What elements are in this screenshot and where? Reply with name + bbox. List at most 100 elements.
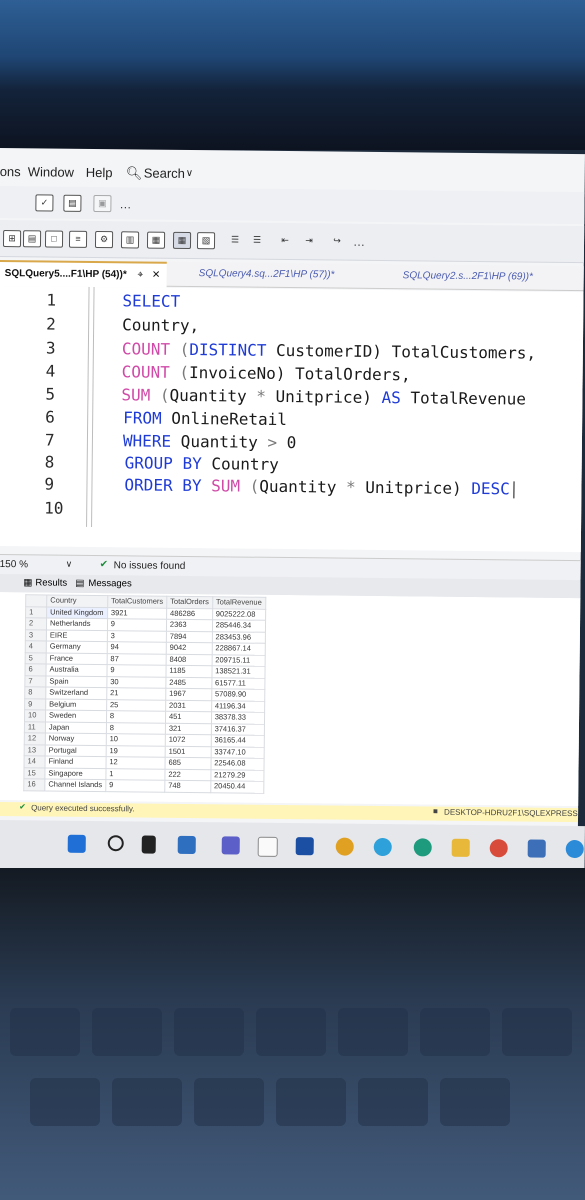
table-cell[interactable]: Portugal	[45, 744, 107, 757]
table-cell[interactable]: 22546.08	[210, 757, 264, 770]
table-cell[interactable]: 38378.33	[211, 711, 265, 724]
decrease-indent-icon[interactable]: ⇤	[277, 233, 293, 248]
increase-indent-icon[interactable]: ⇥	[301, 233, 317, 248]
results-to-grid-icon[interactable]: ▦	[146, 231, 166, 249]
chevron-down-icon[interactable]: ∨	[66, 559, 73, 570]
table-cell[interactable]: France	[46, 652, 108, 665]
table-cell[interactable]: 285446.34	[212, 619, 266, 632]
connect-icon[interactable]: ⊞	[2, 230, 22, 248]
table-cell[interactable]: 37416.37	[211, 723, 265, 736]
search-icon[interactable]	[107, 835, 124, 852]
table-cell[interactable]: 9025222.08	[212, 608, 266, 621]
table-cell[interactable]: Channel Islands	[44, 779, 106, 792]
query-options-icon[interactable]: ▧	[196, 232, 216, 250]
row-number[interactable]: 10	[24, 709, 46, 722]
client-stats-icon[interactable]: ▥	[120, 231, 140, 249]
menu-search[interactable]: Search	[144, 166, 185, 181]
task-view-icon[interactable]	[141, 835, 156, 854]
tab-messages[interactable]: Messages	[88, 578, 131, 589]
tab-sqlquery2[interactable]: SQLQuery2.s...2F1\HP (69))*	[403, 264, 533, 289]
table-cell[interactable]: 30	[106, 676, 166, 689]
row-number[interactable]: 3	[25, 629, 47, 642]
table-cell[interactable]: Japan	[45, 721, 107, 734]
table-cell[interactable]: 21	[106, 687, 166, 700]
store-icon[interactable]	[295, 837, 314, 856]
table-cell[interactable]: 9	[107, 618, 167, 631]
results-grid[interactable]: Country TotalCustomers TotalOrders Total…	[0, 591, 581, 807]
table-cell[interactable]: 7894	[166, 630, 213, 643]
table-cell[interactable]: 2031	[165, 699, 212, 712]
row-number[interactable]: 5	[25, 652, 47, 665]
row-number-header[interactable]	[25, 594, 47, 607]
column-header-country[interactable]: Country	[46, 595, 108, 608]
tab-sqlquery4[interactable]: SQLQuery4.sq...2F1\HP (57))*	[199, 262, 335, 287]
table-cell[interactable]: Belgium	[45, 698, 107, 711]
table-cell[interactable]: 3921	[107, 607, 167, 620]
open-file-icon[interactable]: ▤	[63, 194, 82, 212]
table-cell[interactable]: 321	[165, 722, 212, 735]
chrome-icon[interactable]	[335, 837, 354, 856]
row-number[interactable]: 6	[24, 663, 47, 676]
row-number[interactable]: 11	[24, 721, 46, 734]
table-cell[interactable]: Germany	[46, 641, 108, 654]
table-cell[interactable]: EIRE	[46, 629, 108, 642]
results-to-file-icon[interactable]: □	[44, 230, 64, 248]
column-header-totalrevenue[interactable]: TotalRevenue	[212, 596, 266, 609]
row-number[interactable]: 7	[24, 675, 46, 688]
row-number[interactable]: 12	[24, 732, 46, 745]
table-cell[interactable]: 12	[105, 756, 166, 769]
column-header-totalorders[interactable]: TotalOrders	[166, 596, 213, 609]
table-cell[interactable]: 222	[164, 768, 211, 781]
start-icon[interactable]	[67, 834, 86, 853]
table-cell[interactable]: 36165.44	[210, 734, 264, 747]
telegram-icon[interactable]	[373, 837, 392, 857]
table-cell[interactable]: 20450.44	[210, 780, 264, 793]
table-cell[interactable]: 283453.96	[212, 631, 265, 644]
row-number[interactable]: 13	[24, 744, 46, 757]
edge-icon[interactable]	[413, 838, 432, 857]
row-number[interactable]: 14	[24, 755, 46, 768]
cloud-icon[interactable]	[565, 839, 584, 859]
tab-sqlquery5[interactable]: SQLQuery5....F1\HP (54))* ⌖ ✕	[0, 259, 167, 288]
chevron-down-icon[interactable]: ∨	[186, 168, 193, 179]
table-row[interactable]: 16 Channel Islands 9 748 20450.44	[23, 778, 264, 793]
table-cell[interactable]: Finland	[45, 756, 106, 769]
table-cell[interactable]: 1185	[165, 665, 212, 678]
specify-values-icon[interactable]: ↪	[329, 233, 345, 248]
include-plan-icon[interactable]: ≡	[68, 230, 88, 248]
row-number[interactable]: 15	[23, 767, 46, 780]
table-cell[interactable]: 41196.34	[211, 700, 265, 713]
table-cell[interactable]: 1	[105, 768, 165, 781]
table-cell[interactable]: Sweden	[45, 710, 107, 723]
pin-icon[interactable]: ⌖	[137, 269, 143, 280]
comment-icon[interactable]: ☰	[227, 232, 243, 247]
results-to-text-icon[interactable]: ▤	[22, 230, 42, 248]
notepad-icon[interactable]	[257, 836, 278, 857]
table-cell[interactable]: Norway	[45, 733, 107, 746]
menu-help[interactable]: Help	[86, 165, 113, 180]
table-cell[interactable]: 8408	[165, 653, 212, 666]
ssms-icon[interactable]	[527, 839, 546, 858]
table-cell[interactable]: 228867.14	[211, 642, 265, 655]
table-cell[interactable]: 8	[106, 710, 166, 723]
row-number[interactable]: 8	[24, 686, 46, 699]
table-cell[interactable]: Australia	[45, 664, 107, 677]
row-number[interactable]: 1	[25, 606, 47, 619]
table-cell[interactable]: 2485	[165, 676, 212, 689]
table-cell[interactable]: 8	[106, 722, 166, 735]
table-cell[interactable]: 1501	[165, 745, 211, 758]
table-cell[interactable]: Switzerland	[45, 687, 107, 700]
chrome-profile-icon[interactable]	[489, 839, 508, 858]
query-editor[interactable]: 1 SELECT 2 Country, 3 COUNT (DISTINCT Custome…	[0, 285, 584, 553]
table-cell[interactable]: 87	[106, 653, 167, 666]
menu-window[interactable]: Window	[28, 164, 74, 179]
grid-icon[interactable]: ▦	[172, 231, 192, 250]
table-cell[interactable]: 19	[105, 745, 166, 758]
table-cell[interactable]: 33747.10	[210, 746, 264, 759]
table-cell[interactable]: 57089.90	[211, 688, 265, 701]
table-cell[interactable]: 94	[107, 641, 167, 654]
table-cell[interactable]: United Kingdom	[46, 606, 108, 619]
more-icon[interactable]: …	[353, 235, 365, 249]
table-cell[interactable]: 685	[164, 757, 211, 770]
menu-tools[interactable]: ons	[0, 164, 21, 179]
